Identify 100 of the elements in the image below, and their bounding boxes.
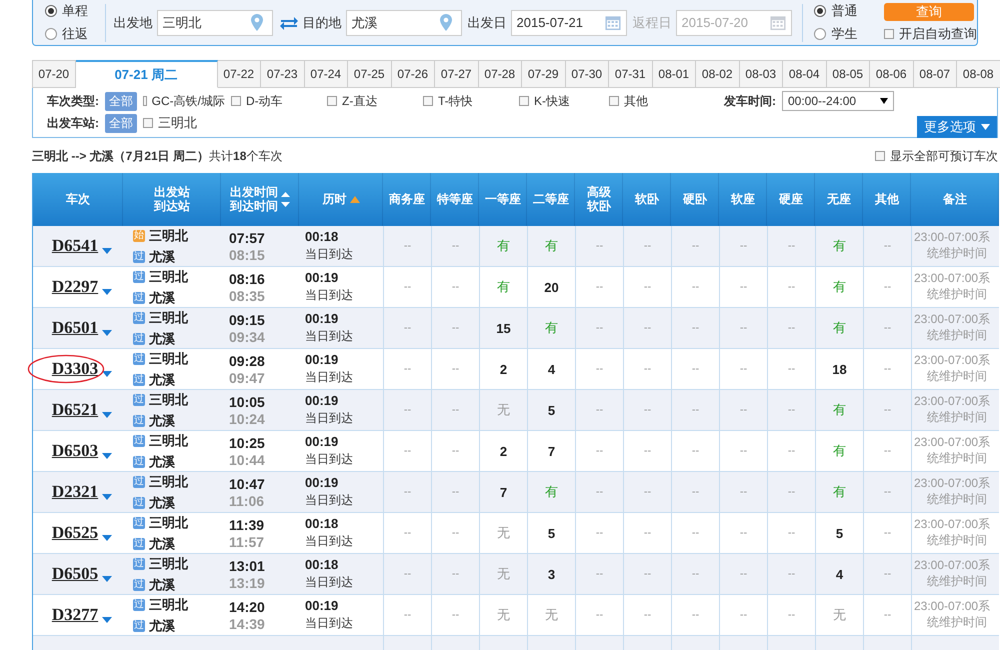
train-number-link[interactable]: D2297: [52, 277, 98, 297]
date-tab[interactable]: 08-08: [957, 60, 1000, 88]
date-tab[interactable]: 07-24: [304, 60, 348, 88]
date-tab[interactable]: 08-06: [870, 60, 914, 88]
date-tab[interactable]: 07-31: [609, 60, 652, 88]
station-checkbox[interactable]: 三明北: [143, 114, 197, 132]
seat-availability: --: [596, 363, 604, 375]
station-type-label: 过: [133, 558, 145, 570]
note-text: 23:00-07:00系: [914, 230, 990, 246]
swap-icon[interactable]: [280, 16, 298, 30]
date-tab[interactable]: 08-04: [783, 60, 826, 88]
auto-query-checkbox[interactable]: 开启自动查询: [884, 24, 977, 42]
radio-button[interactable]: [814, 28, 826, 40]
date-field[interactable]: 2015-07-21: [510, 10, 626, 36]
train-number-link[interactable]: D6525: [52, 523, 98, 543]
train-number-link[interactable]: D2321: [52, 482, 98, 502]
train-number-link[interactable]: D6541: [52, 236, 98, 256]
column-header[interactable]: 出发时间到达时间: [230, 186, 278, 213]
train-number-link[interactable]: D6501: [52, 318, 98, 338]
sort-icon[interactable]: [281, 190, 290, 210]
date-tab[interactable]: 07-20: [32, 60, 76, 88]
radio-button[interactable]: [45, 28, 57, 40]
note-text: 统维护时间: [927, 533, 987, 549]
train-type-checkbox[interactable]: 其他: [609, 92, 648, 110]
date-tab[interactable]: 07-22: [218, 60, 261, 88]
caret-down-icon[interactable]: [102, 289, 112, 295]
seat-availability: --: [740, 568, 748, 580]
station-type-label: 过: [133, 352, 145, 364]
date-tab[interactable]: 08-07: [914, 60, 957, 88]
column-header: 软卧: [635, 192, 659, 206]
field-label: 出发日: [468, 14, 506, 32]
train-type-checkbox[interactable]: GC-高铁/城际: [143, 92, 225, 110]
train-number-link[interactable]: D6505: [52, 564, 98, 584]
seat-availability: --: [452, 322, 460, 334]
to-station-field[interactable]: 尤溪: [346, 10, 462, 36]
seat-availability: --: [692, 527, 700, 539]
caret-down-icon[interactable]: [102, 535, 112, 541]
seat-availability: 4: [836, 566, 844, 582]
field-label: 返程日: [632, 14, 672, 32]
date-tab[interactable]: 07-26: [392, 60, 435, 88]
train-type-checkbox[interactable]: Z-直达: [327, 92, 411, 110]
arrival-time: 11:57: [229, 534, 266, 550]
caret-down-icon[interactable]: [102, 248, 112, 254]
date-tab[interactable]: 07-21 周二: [76, 60, 218, 88]
option-label: 普通: [831, 2, 858, 20]
seat-availability: 有: [833, 483, 846, 501]
date-tab[interactable]: 08-03: [740, 60, 783, 88]
train-type-checkbox[interactable]: D-动车: [231, 92, 315, 110]
radio-button[interactable]: [814, 5, 826, 17]
seat-availability: 无: [545, 606, 558, 624]
more-options-button[interactable]: 更多选项: [917, 116, 997, 138]
caret-down-icon[interactable]: [102, 494, 112, 500]
train-type-checkbox[interactable]: K-快速: [519, 92, 603, 110]
train-number-link[interactable]: D6521: [52, 400, 98, 420]
date-tab[interactable]: 07-25: [348, 60, 392, 88]
note-text: 23:00-07:00系: [914, 435, 990, 451]
column-header: 高级软卧: [587, 186, 611, 213]
to-station-input[interactable]: 尤溪: [352, 15, 440, 30]
seat-availability: 无: [497, 565, 510, 583]
station-type-label: 过: [133, 394, 145, 406]
station-name: 三明北: [149, 350, 188, 368]
seat-availability: 5: [548, 402, 556, 418]
from-station-field[interactable]: 三明北: [156, 10, 272, 36]
seat-availability: --: [884, 404, 892, 416]
seat-availability: --: [596, 240, 604, 252]
show-all-checkbox[interactable]: 显示全部可预订车次: [875, 148, 998, 164]
date-tab[interactable]: 08-01: [652, 60, 696, 88]
date-tab[interactable]: 08-05: [826, 60, 870, 88]
caret-down-icon[interactable]: [102, 412, 112, 418]
seat-availability: --: [884, 363, 892, 375]
time-select[interactable]: 00:00--24:00: [782, 91, 894, 111]
date-tab[interactable]: 08-02: [696, 60, 740, 88]
train-number-link[interactable]: D6503: [52, 441, 98, 461]
caret-down-icon[interactable]: [102, 371, 112, 377]
station-name: 三明北: [149, 390, 188, 408]
date-tab[interactable]: 07-27: [435, 60, 478, 88]
date-input[interactable]: 2015-07-21: [516, 15, 604, 30]
train-number-link[interactable]: D3277: [52, 605, 98, 625]
date-tab[interactable]: 07-23: [261, 60, 304, 88]
filter-label: 发车时间:: [724, 92, 776, 110]
caret-down-icon[interactable]: [102, 617, 112, 623]
radio-button[interactable]: [45, 5, 57, 17]
train-type-checkbox[interactable]: T-特快: [423, 92, 507, 110]
seat-availability: --: [452, 404, 460, 416]
station-name: 三明北: [149, 432, 188, 450]
date-tab[interactable]: 07-30: [566, 60, 609, 88]
column-header: 备注: [943, 192, 967, 206]
note-text: 统维护时间: [927, 451, 987, 467]
date-tab[interactable]: 07-28: [478, 60, 522, 88]
caret-down-icon[interactable]: [102, 330, 112, 336]
station-name: 尤溪: [149, 412, 175, 430]
duration: 00:19: [305, 434, 340, 449]
caret-down-icon[interactable]: [102, 453, 112, 459]
from-station-input[interactable]: 三明北: [162, 15, 250, 30]
seat-availability: --: [644, 322, 652, 334]
note-text: 23:00-07:00系: [914, 312, 990, 328]
departure-time: 13:01: [229, 558, 266, 574]
caret-down-icon[interactable]: [102, 576, 112, 582]
duration: 00:19: [305, 352, 340, 367]
date-tab[interactable]: 07-29: [522, 60, 566, 88]
